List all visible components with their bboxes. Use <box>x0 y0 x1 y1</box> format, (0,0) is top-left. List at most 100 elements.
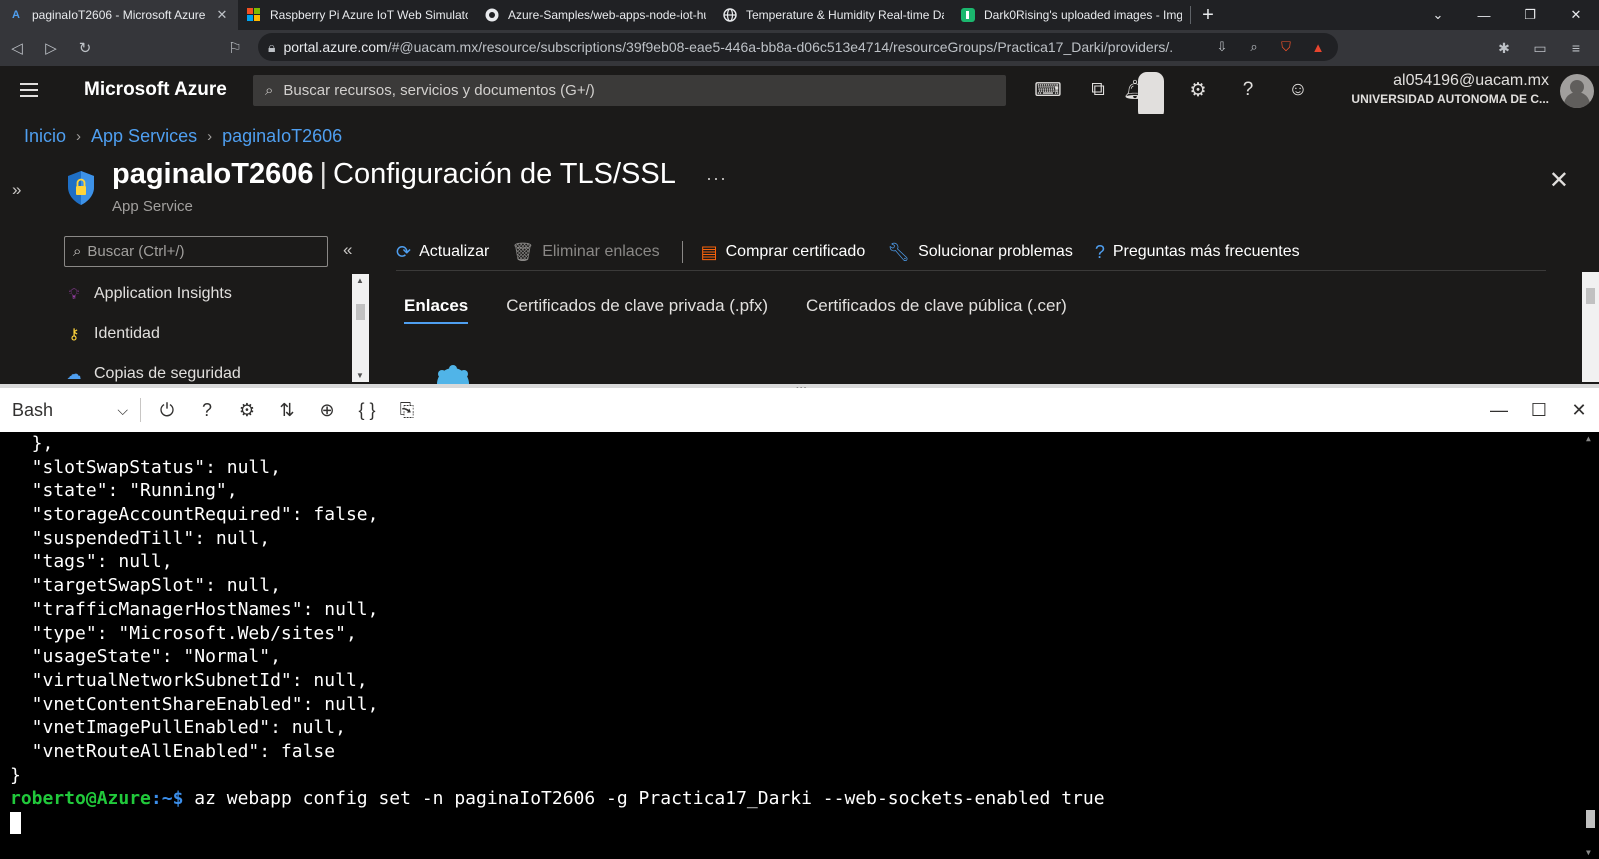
browser-tab-github[interactable]: Azure-Samples/web-apps-node-iot-hu <box>476 0 714 30</box>
terminal-line: "usageState": "Normal", <box>10 646 281 668</box>
help-icon[interactable]: ? <box>187 388 227 432</box>
faq-button[interactable]: ? Preguntas más frecuentes <box>1095 242 1300 263</box>
minimize-icon[interactable]: — <box>1461 0 1507 30</box>
lock-icon: 🔒︎ <box>268 38 276 55</box>
bookmark-icon[interactable]: ⚐ <box>218 33 252 63</box>
shell-selector[interactable]: Bash ⌵ <box>0 400 134 421</box>
troubleshoot-button[interactable]: 🔧︎ Solucionar problemas <box>887 242 1073 263</box>
forward-icon[interactable]: ▷ <box>34 33 68 63</box>
scroll-up-icon[interactable]: ▲ <box>356 276 364 285</box>
scroll-thumb[interactable] <box>1586 288 1595 304</box>
cloud-illustration-icon <box>437 365 469 384</box>
reload-icon[interactable]: ↻ <box>68 33 102 63</box>
content-scrollbar[interactable] <box>1582 272 1599 382</box>
sidebar-item-copias-de-seguridad[interactable]: ☁ Copias de seguridad <box>38 354 368 382</box>
wallet-icon[interactable]: ▭ <box>1525 33 1555 63</box>
restore-icon[interactable]: ❐ <box>1507 0 1553 30</box>
breadcrumb: Inicio › App Services › paginaIoT2606 <box>24 126 342 147</box>
close-icon[interactable]: ✕ <box>1559 388 1599 432</box>
sidebar-item-identidad[interactable]: ⚷ Identidad <box>38 314 368 354</box>
new-session-icon[interactable]: ⊕ <box>307 388 347 432</box>
refresh-icon: ⟳ <box>396 241 412 262</box>
sidebar-item-label: Identidad <box>94 325 160 342</box>
browser-tab-temperature[interactable]: Temperature & Humidity Real-time Da <box>714 0 952 30</box>
upload-download-icon[interactable]: ⇅ <box>267 388 307 432</box>
search-icon: ⌕ <box>265 82 274 99</box>
terminal[interactable]: }, "slotSwapStatus": null, "state": "Run… <box>0 432 1599 859</box>
azure-brand[interactable]: Microsoft Azure <box>84 79 252 101</box>
cloud-shell-icon[interactable]: ⌨ <box>1023 66 1073 114</box>
portal-menu-icon[interactable] <box>0 66 58 114</box>
editor-icon[interactable]: { } <box>347 388 387 432</box>
menu-scrollbar[interactable]: ▲ ▼ <box>352 274 369 382</box>
browser-tab-azure[interactable]: A paginaIoT2606 - Microsoft Azure ✕ <box>0 0 238 30</box>
expand-sidebar-icon[interactable]: » <box>12 180 21 200</box>
web-preview-icon[interactable]: ⎘ <box>387 388 427 432</box>
brave-rewards-icon[interactable]: ▲ <box>1308 37 1328 57</box>
tab-private-certs[interactable]: Certificados de clave privada (.pfx) <box>506 296 768 324</box>
minimize-icon[interactable]: — <box>1479 388 1519 432</box>
close-window-icon[interactable]: ✕ <box>1553 0 1599 30</box>
scroll-up-icon[interactable]: ▲ <box>1586 434 1591 443</box>
chevron-down-icon: ⌵ <box>117 401 128 418</box>
settings-icon[interactable]: ⚙ <box>227 388 267 432</box>
feedback-icon[interactable]: ☺ <box>1273 66 1323 114</box>
delete-bindings-button[interactable]: 🗑︎ Eliminar enlaces <box>511 242 659 263</box>
breadcrumb-home[interactable]: Inicio <box>24 126 66 147</box>
directory-filter-icon[interactable]: ⧉ <box>1073 66 1123 114</box>
buy-certificate-button[interactable]: ▤ Comprar certificado <box>701 242 866 263</box>
address-bar[interactable]: 🔒︎ portal.azure.com/#@uacam.mx/resource/… <box>258 33 1338 61</box>
omnibox-icons: ⇩ ⌕ ⛉ ▲ <box>1212 37 1328 57</box>
browser-tab-raspberry[interactable]: Raspberry Pi Azure IoT Web Simulator <box>238 0 476 30</box>
cloudshell-toolbar: Bash ⌵ ⏻ ? ⚙ ⇅ ⊕ { } ⎘ — ☐ ✕ <box>0 388 1599 432</box>
key-icon: ⚷ <box>68 326 80 343</box>
user-email: al054196@uacam.mx <box>1393 72 1549 89</box>
tab-enlaces[interactable]: Enlaces <box>404 296 469 324</box>
brave-shield-icon[interactable]: ⛉ <box>1276 37 1296 57</box>
delete-bindings-label: Eliminar enlaces <box>542 243 660 260</box>
terminal-scrollbar[interactable]: ▲ ▼ <box>1582 432 1599 859</box>
notifications-badge: 4 <box>1138 72 1164 120</box>
browser-tab-imgur[interactable]: Dark0Rising's uploaded images - Imgu <box>952 0 1190 30</box>
question-icon: ? <box>1094 241 1105 262</box>
new-tab-button[interactable]: + <box>1191 0 1225 30</box>
close-icon[interactable]: ✕ <box>214 7 230 23</box>
prompt-user: roberto@Azure <box>10 788 151 810</box>
command-bar: ⟳ Actualizar 🗑︎ Eliminar enlaces ▤ Compr… <box>396 234 1322 270</box>
terminal-cursor <box>10 812 21 834</box>
shell-type: Bash <box>12 399 54 420</box>
avatar[interactable] <box>1560 74 1594 108</box>
menu-search-input[interactable]: ⌕ Buscar (Ctrl+/) <box>64 236 328 267</box>
extensions-icon[interactable]: ✱ <box>1489 33 1519 63</box>
tab-public-certs[interactable]: Certificados de clave pública (.cer) <box>806 296 1067 324</box>
settings-icon[interactable]: ⚙ <box>1173 66 1223 114</box>
sidebar-item-application-insights[interactable]: 💡︎ Application Insights <box>38 274 368 314</box>
more-options-icon[interactable]: ··· <box>706 168 727 189</box>
raspberry-icon <box>246 7 262 23</box>
tab-search-icon[interactable]: ⌄ <box>1415 0 1461 30</box>
terminal-line: "storageAccountRequired": false, <box>10 504 379 526</box>
close-icon[interactable]: ✕ <box>1549 166 1569 195</box>
account-info[interactable]: al054196@uacam.mx UNIVERSIDAD AUTONOMA D… <box>1351 72 1549 106</box>
breadcrumb-app-services[interactable]: App Services <box>91 126 197 147</box>
maximize-icon[interactable]: ☐ <box>1519 388 1559 432</box>
refresh-button[interactable]: ⟳ Actualizar <box>396 242 489 263</box>
scroll-down-icon[interactable]: ▼ <box>356 371 364 380</box>
restart-icon[interactable]: ⏻ <box>147 388 187 432</box>
breadcrumb-resource[interactable]: paginaIoT2606 <box>222 126 342 147</box>
install-app-icon[interactable]: ⇩ <box>1212 37 1232 57</box>
collapse-menu-icon[interactable]: « <box>343 240 352 260</box>
scroll-down-icon[interactable]: ▼ <box>1586 848 1591 857</box>
terminal-line: "type": "Microsoft.Web/sites", <box>10 622 357 644</box>
faq-label: Preguntas más frecuentes <box>1112 243 1300 260</box>
scroll-thumb[interactable] <box>356 304 365 320</box>
global-search-input[interactable]: ⌕ Buscar recursos, servicios y documento… <box>253 75 1006 106</box>
browser-toolbar: ◁ ▷ ↻ ⚐ 🔒︎ portal.azure.com/#@uacam.mx/r… <box>0 30 1599 66</box>
terminal-input-line[interactable] <box>10 811 1105 835</box>
menu-icon[interactable]: ≡ <box>1561 33 1591 63</box>
scroll-thumb[interactable] <box>1586 810 1595 828</box>
back-icon[interactable]: ◁ <box>0 33 34 63</box>
zoom-icon[interactable]: ⌕ <box>1244 37 1264 57</box>
notifications-icon[interactable]: 🔔︎ 4 <box>1123 66 1173 120</box>
help-icon[interactable]: ? <box>1223 66 1273 114</box>
